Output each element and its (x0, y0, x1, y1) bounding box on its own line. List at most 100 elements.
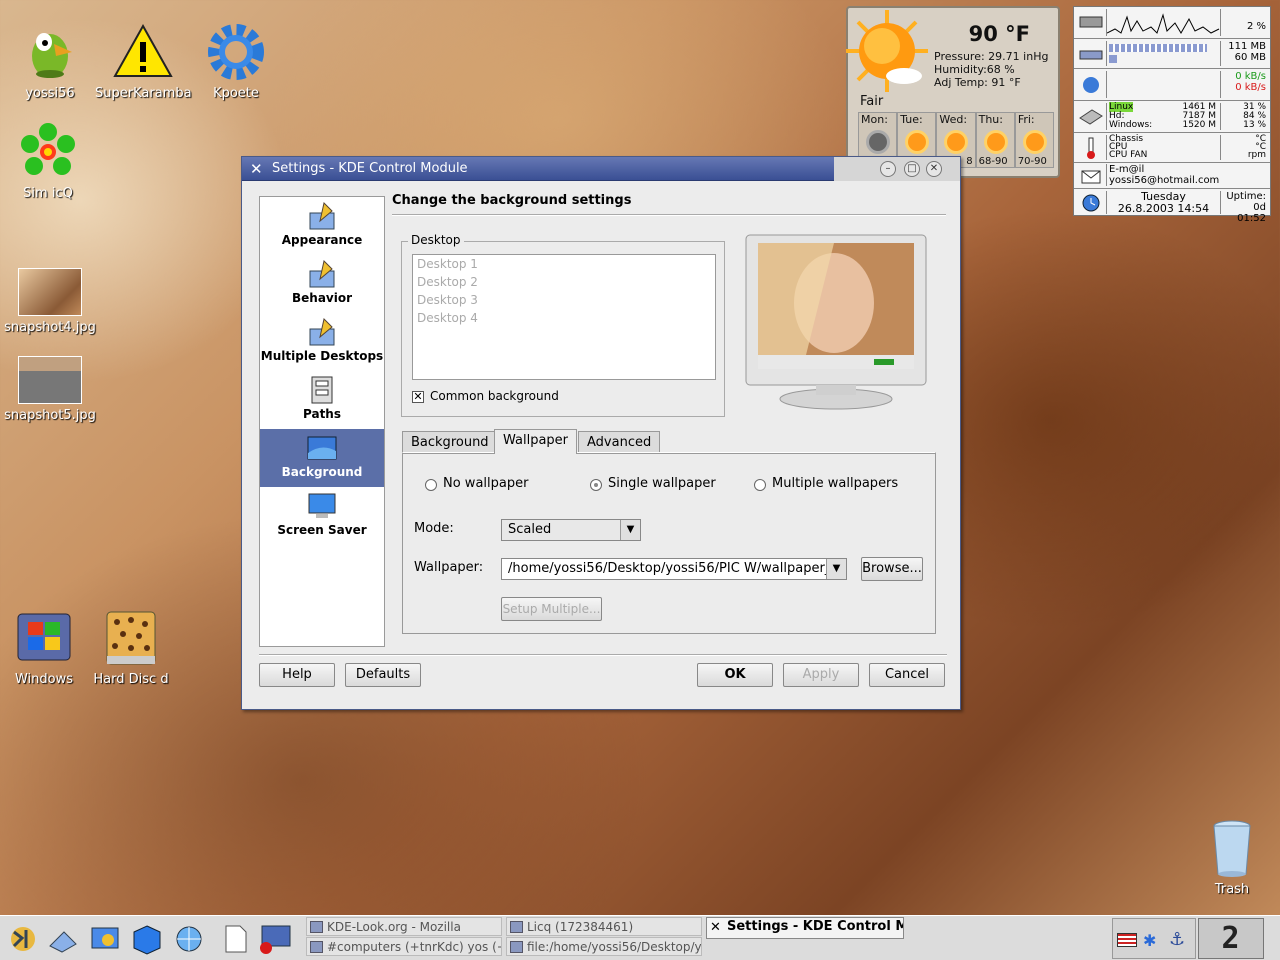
desktop-icon-windows[interactable]: Windows (0, 608, 92, 687)
window-icon (310, 941, 323, 953)
memory-value: 111 MB (1228, 41, 1266, 52)
desktop-icon-label: snapshot5.jpg (4, 408, 96, 423)
list-item[interactable]: Desktop 3 (413, 291, 715, 309)
forecast-day: Fri: 70-90 (1014, 112, 1055, 168)
forecast-range: 8 (966, 156, 973, 167)
forecast-day-label: Tue: (900, 113, 923, 126)
desktop-icon-snapshot4[interactable]: snapshot4.jpg (2, 268, 98, 335)
divider (392, 214, 946, 216)
sidebar-item-screen-saver[interactable]: Screen Saver (260, 487, 384, 545)
list-item[interactable]: Desktop 2 (413, 273, 715, 291)
desktop-list[interactable]: Desktop 1 Desktop 2 Desktop 3 Desktop 4 (412, 254, 716, 380)
sensor-name: CPU FAN (1109, 150, 1148, 160)
email-row: E-m@il yossi56@hotmail.com (1074, 163, 1270, 189)
paintbrush-icon (306, 259, 338, 289)
window-titlebar[interactable]: ✕ Settings - KDE Control Module – □ ✕ (242, 157, 960, 181)
common-background-checkbox[interactable]: ✕ (412, 391, 424, 403)
tab-background[interactable]: Background (402, 431, 498, 453)
anchor-tray-icon[interactable]: ⚓ (1169, 929, 1185, 950)
sidebar-item-multiple-desktops[interactable]: Multiple Desktops (260, 313, 384, 371)
image-thumbnail-icon (18, 356, 82, 404)
taskbar-task-settings[interactable]: ✕ Settings - KDE Control Mo (706, 917, 904, 939)
sidebar-item-paths[interactable]: Paths (260, 371, 384, 429)
mode-value: Scaled (508, 522, 552, 537)
memory-bars (1106, 41, 1221, 66)
desktop-icon-yossi56[interactable]: yossi56 (2, 22, 98, 101)
cancel-button[interactable]: Cancel (869, 663, 945, 687)
ok-button[interactable]: OK (697, 663, 773, 687)
list-item[interactable]: Desktop 4 (413, 309, 715, 327)
close-button[interactable]: ✕ (926, 161, 942, 177)
clock-row: Tuesday 26.8.2003 14:54 Uptime: 0d 01:52 (1074, 189, 1270, 224)
cpu-graph (1106, 9, 1221, 36)
taskbar-task-file-browser[interactable]: file:/home/yossi56/Desktop/yo (506, 937, 702, 956)
sidebar-item-appearance[interactable]: Appearance (260, 197, 384, 255)
mode-select[interactable]: Scaled ▼ (501, 519, 641, 541)
desktop-icon-sim-icq[interactable]: Sim icQ (0, 122, 96, 201)
desktop-settings-icon[interactable] (88, 922, 122, 956)
document-icon[interactable] (218, 922, 252, 956)
apply-button[interactable]: Apply (783, 663, 859, 687)
network-tray-icon[interactable]: ✱ (1143, 931, 1156, 950)
disk-row: Linux 1461 M Hd: 7187 M Windows: 1520 M 31 … (1074, 101, 1270, 133)
setup-multiple-button[interactable]: Setup Multiple... (501, 597, 602, 621)
maximize-button[interactable]: □ (904, 161, 920, 177)
home-folder-icon[interactable] (46, 922, 80, 956)
uptime-label: Uptime: (1226, 191, 1266, 202)
sidebar-item-background[interactable]: Background (260, 429, 384, 487)
sidebar-item-label: Multiple Desktops (260, 349, 384, 363)
network-values: 0 kB/s 0 kB/s (1224, 71, 1266, 93)
sidebar-item-label: Appearance (281, 233, 363, 247)
desktop-icon-snapshot5[interactable]: snapshot5.jpg (2, 356, 98, 423)
desktop-icon-label: yossi56 (25, 86, 75, 101)
divider (259, 654, 947, 656)
browser-globe-icon[interactable] (172, 922, 206, 956)
weather-widget: 90 °F Pressure: 29.71 inHg Humidity:68 %… (846, 6, 1060, 178)
desktop-icon-kpoete[interactable]: Kpoete (188, 22, 284, 101)
taskbar-task-licq[interactable]: Licq (172384461) (506, 917, 702, 936)
forecast-day-label: Thu: (978, 113, 1003, 126)
desktop-group: Desktop Desktop 1 Desktop 2 Desktop 3 De… (401, 233, 725, 417)
sun-icon (846, 10, 928, 92)
sun-icon (1025, 133, 1044, 151)
browse-button[interactable]: Browse... (861, 557, 923, 581)
moon-icon (869, 133, 887, 151)
sensors-row: Chassis CPU CPU FAN °C °C rpm (1074, 133, 1270, 163)
cube-icon[interactable] (130, 922, 164, 956)
disk-icon (1078, 106, 1104, 128)
help-button[interactable]: Help (259, 663, 335, 687)
taskbar-task-irc[interactable]: #computers (+tnrKdc) yos (+i (306, 937, 502, 956)
cpu-chip-icon (1078, 11, 1104, 33)
multiple-wallpapers-radio[interactable] (754, 479, 766, 491)
no-wallpaper-radio[interactable] (425, 479, 437, 491)
desktop-icon-label: Sim icQ (23, 186, 73, 201)
tab-wallpaper[interactable]: Wallpaper (494, 429, 578, 454)
sidebar-item-behavior[interactable]: Behavior (260, 255, 384, 313)
email-address: yossi56@hotmail.com (1109, 175, 1220, 186)
chevron-down-icon: ▼ (620, 520, 640, 540)
list-item[interactable]: Desktop 1 (413, 255, 715, 273)
desktop-icon-hard-disc-d[interactable]: Hard Disc d (83, 608, 179, 687)
taskbar-task-mozilla[interactable]: KDE-Look.org - Mozilla (306, 917, 502, 936)
defaults-button[interactable]: Defaults (345, 663, 421, 687)
tab-advanced[interactable]: Advanced (578, 431, 661, 453)
forecast-range: 70-90 (1017, 156, 1047, 167)
desktop-preview-icon[interactable] (254, 922, 291, 956)
kde-menu-icon[interactable] (6, 922, 40, 956)
task-label: file:/home/yossi56/Desktop/yo (527, 940, 702, 954)
system-monitor-widget: 2 % 111 MB 60 MB 0 kB/s 0 kB/s Linux 1461 M… (1073, 6, 1271, 224)
desktop-icon-superkaramba[interactable]: SuperKaramba (95, 22, 192, 101)
memory-row: 111 MB 60 MB (1074, 39, 1270, 69)
weather-humidity: Humidity:68 % (934, 63, 1015, 76)
single-wallpaper-radio[interactable] (590, 479, 602, 491)
keyboard-layout-flag-icon[interactable] (1117, 933, 1137, 947)
wallpaper-path-combo[interactable]: /home/yossi56/Desktop/yossi56/PIC W/wall… (501, 558, 847, 580)
network-row: 0 kB/s 0 kB/s (1074, 69, 1270, 101)
x-app-icon[interactable]: ✕ (250, 160, 263, 178)
minimize-button[interactable]: – (880, 161, 896, 177)
panel-clock[interactable]: 2 55 (1198, 918, 1264, 959)
desktop-icon-trash[interactable]: Trash (1202, 818, 1262, 897)
weather-details: Pressure: 29.71 inHg Humidity:68 % Adj T… (934, 50, 1048, 89)
desktop-icon-label: Trash (1214, 882, 1250, 897)
forecast-range: 68-90 (978, 156, 1008, 167)
